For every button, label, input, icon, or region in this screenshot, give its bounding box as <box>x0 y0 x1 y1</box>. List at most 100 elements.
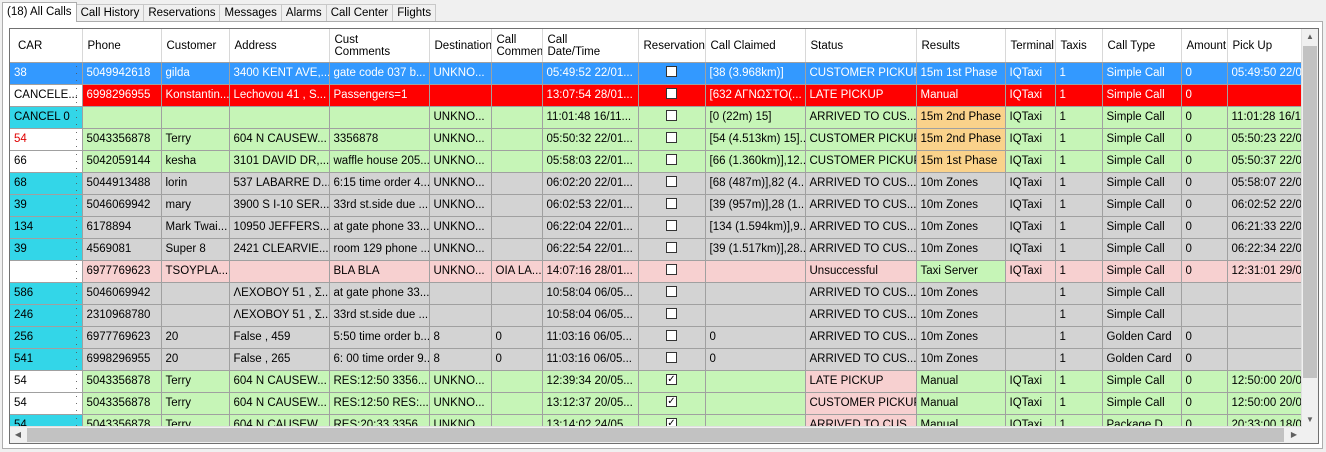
table-row[interactable]: 134 · · · 6178894 Mark Twai... 10950 JEFFERS..… <box>10 216 1306 239</box>
cell-reservation[interactable]: ✓ <box>638 370 706 393</box>
column-header-terminal[interactable]: Terminal <box>1005 29 1056 63</box>
table-row[interactable]: 54 · · · 5043356878 Terry 604 N CAUSEW... 33568… <box>10 128 1306 151</box>
cell-reservation[interactable] <box>638 194 706 217</box>
reservation-checkbox[interactable] <box>666 110 677 122</box>
cell-customer[interactable]: 20 <box>161 348 230 371</box>
row-drag-handle-icon[interactable]: ··· <box>74 195 80 216</box>
cell-phone[interactable]: 6977769623 <box>82 326 162 349</box>
column-header-reservation[interactable]: Reservation <box>638 29 706 63</box>
cell-call-claimed[interactable]: 0 <box>705 326 806 349</box>
cell-customer[interactable]: Terry <box>161 370 230 393</box>
cell-phone[interactable]: 6178894 <box>82 216 162 239</box>
row-drag-handle-icon[interactable]: ··· <box>74 107 80 128</box>
cell-taxis[interactable]: 1 <box>1055 260 1103 283</box>
cell-results[interactable]: 10m Zones <box>916 348 1006 371</box>
cell-call-datetime[interactable]: 11:03:16 06/05... <box>542 348 639 371</box>
tab-all-calls[interactable]: (18) All Calls <box>2 2 77 22</box>
table-row[interactable]: 38 · · · 5049942618 gilda 3400 KENT AVE,... gat… <box>10 62 1306 85</box>
cell-destination[interactable]: UNKNO... <box>429 150 492 173</box>
cell-destination[interactable]: 8 <box>429 326 492 349</box>
cell-call-comment[interactable] <box>491 370 543 393</box>
reservation-checkbox[interactable] <box>666 198 677 210</box>
row-drag-handle-icon[interactable]: ··· <box>74 371 80 392</box>
cell-customer[interactable]: lorin <box>161 172 230 195</box>
cell-call-comment[interactable] <box>491 392 543 415</box>
cell-call-comment[interactable] <box>491 304 543 327</box>
cell-destination[interactable]: UNKNO... <box>429 370 492 393</box>
cell-call-type[interactable]: Simple Call <box>1102 106 1182 129</box>
reservation-checkbox[interactable] <box>666 242 677 254</box>
cell-pick-up[interactable] <box>1227 326 1306 349</box>
cell-cust-comments[interactable]: BLA BLA <box>329 260 430 283</box>
cell-phone[interactable]: 5043356878 <box>82 392 162 415</box>
table-row[interactable]: 586 · · · 5046069942 ΛΕΧΟΒΟΥ 51 , Σ... at gate… <box>10 282 1306 305</box>
cell-car[interactable]: CANCEL 0 · · · <box>10 106 83 129</box>
cell-call-claimed[interactable]: [39 (957m)],28 (1... <box>705 194 806 217</box>
cell-car[interactable]: 134 · · · <box>10 216 83 239</box>
cell-call-datetime[interactable]: 05:49:52 22/01... <box>542 62 639 85</box>
cell-taxis[interactable]: 1 <box>1055 106 1103 129</box>
cell-results[interactable]: Manual <box>916 370 1006 393</box>
cell-address[interactable]: 10950 JEFFERS... <box>229 216 330 239</box>
cell-customer[interactable] <box>161 282 230 305</box>
cell-results[interactable]: 10m Zones <box>916 238 1006 261</box>
horizontal-scrollbar[interactable]: ◀ ▶ <box>10 426 1302 443</box>
tab-messages[interactable]: Messages <box>219 4 282 22</box>
cell-call-claimed[interactable]: [66 (1.360km)],12... <box>705 150 806 173</box>
cell-call-comment[interactable] <box>491 238 543 261</box>
cell-pick-up[interactable]: 05:49:50 22/01... <box>1227 62 1306 85</box>
table-row[interactable]: · · · 6977769623 TSOYPLA... BLA BLA UNKNO... OI… <box>10 260 1306 283</box>
cell-call-claimed[interactable]: [38 (3.968km)] <box>705 62 806 85</box>
reservation-checkbox[interactable] <box>666 264 677 276</box>
cell-cust-comments[interactable]: RES:12:50 3356... <box>329 370 430 393</box>
column-header-call-type[interactable]: Call Type <box>1102 29 1182 63</box>
cell-address[interactable]: False , 459 <box>229 326 330 349</box>
cell-status[interactable]: ARRIVED TO CUS... <box>805 348 917 371</box>
column-header-results[interactable]: Results <box>916 29 1006 63</box>
cell-amount[interactable]: 0 <box>1181 84 1228 107</box>
cell-call-type[interactable]: Simple Call <box>1102 84 1182 107</box>
cell-terminal[interactable]: IQTaxi <box>1005 150 1056 173</box>
cell-car[interactable]: · · · <box>10 260 83 283</box>
cell-address[interactable]: ΛΕΧΟΒΟΥ 51 , Σ... <box>229 282 330 305</box>
cell-results[interactable]: 15m 1st Phase <box>916 62 1006 85</box>
cell-status[interactable]: ARRIVED TO CUS... <box>805 106 917 129</box>
reservation-checkbox[interactable] <box>666 88 677 100</box>
column-header-phone[interactable]: Phone <box>82 29 162 63</box>
cell-call-claimed[interactable]: [632 ΑΓΝΩΣΤΟ(... <box>705 84 806 107</box>
cell-call-type[interactable]: Simple Call <box>1102 260 1182 283</box>
cell-status[interactable]: CUSTOMER PICKUP <box>805 62 917 85</box>
cell-pick-up[interactable]: 06:22:34 22/01... <box>1227 238 1306 261</box>
cell-amount[interactable]: 0 <box>1181 150 1228 173</box>
cell-amount[interactable]: 0 <box>1181 238 1228 261</box>
cell-phone[interactable]: 5042059144 <box>82 150 162 173</box>
cell-results[interactable]: 10m Zones <box>916 304 1006 327</box>
cell-address[interactable]: 604 N CAUSEW... <box>229 392 330 415</box>
cell-destination[interactable]: UNKNO... <box>429 62 492 85</box>
reservation-checkbox[interactable] <box>666 308 677 320</box>
cell-cust-comments[interactable]: 33rd st.side due ... <box>329 194 430 217</box>
cell-call-claimed[interactable]: [54 (4.513km) 15]... <box>705 128 806 151</box>
cell-amount[interactable]: 0 <box>1181 216 1228 239</box>
cell-call-type[interactable]: Simple Call <box>1102 62 1182 85</box>
cell-phone[interactable] <box>82 106 162 129</box>
reservation-checkbox[interactable] <box>666 220 677 232</box>
cell-call-datetime[interactable]: 14:07:16 28/01... <box>542 260 639 283</box>
cell-reservation[interactable]: ✓ <box>638 392 706 415</box>
column-header-car[interactable]: CAR <box>10 29 83 63</box>
cell-taxis[interactable]: 1 <box>1055 282 1103 305</box>
cell-results[interactable]: 10m Zones <box>916 282 1006 305</box>
cell-cust-comments[interactable]: room 129 phone ... <box>329 238 430 261</box>
table-row[interactable]: CANCELE... · · · 6998296955 Konstantin... Lech… <box>10 84 1306 107</box>
cell-phone[interactable]: 2310968780 <box>82 304 162 327</box>
cell-call-datetime[interactable]: 06:02:20 22/01... <box>542 172 639 195</box>
cell-status[interactable]: CUSTOMER PICKUP <box>805 392 917 415</box>
cell-call-claimed[interactable]: [39 (1.517km)],28... <box>705 238 806 261</box>
cell-address[interactable]: 3900 S I-10 SER... <box>229 194 330 217</box>
cell-taxis[interactable]: 1 <box>1055 304 1103 327</box>
cell-amount[interactable]: 0 <box>1181 370 1228 393</box>
cell-call-claimed[interactable]: [0 (22m) 15] <box>705 106 806 129</box>
table-row[interactable]: 54 · · · 5043356878 Terry 604 N CAUSEW... RES:1… <box>10 392 1306 415</box>
reservation-checkbox[interactable] <box>666 286 677 298</box>
cell-reservation[interactable] <box>638 282 706 305</box>
